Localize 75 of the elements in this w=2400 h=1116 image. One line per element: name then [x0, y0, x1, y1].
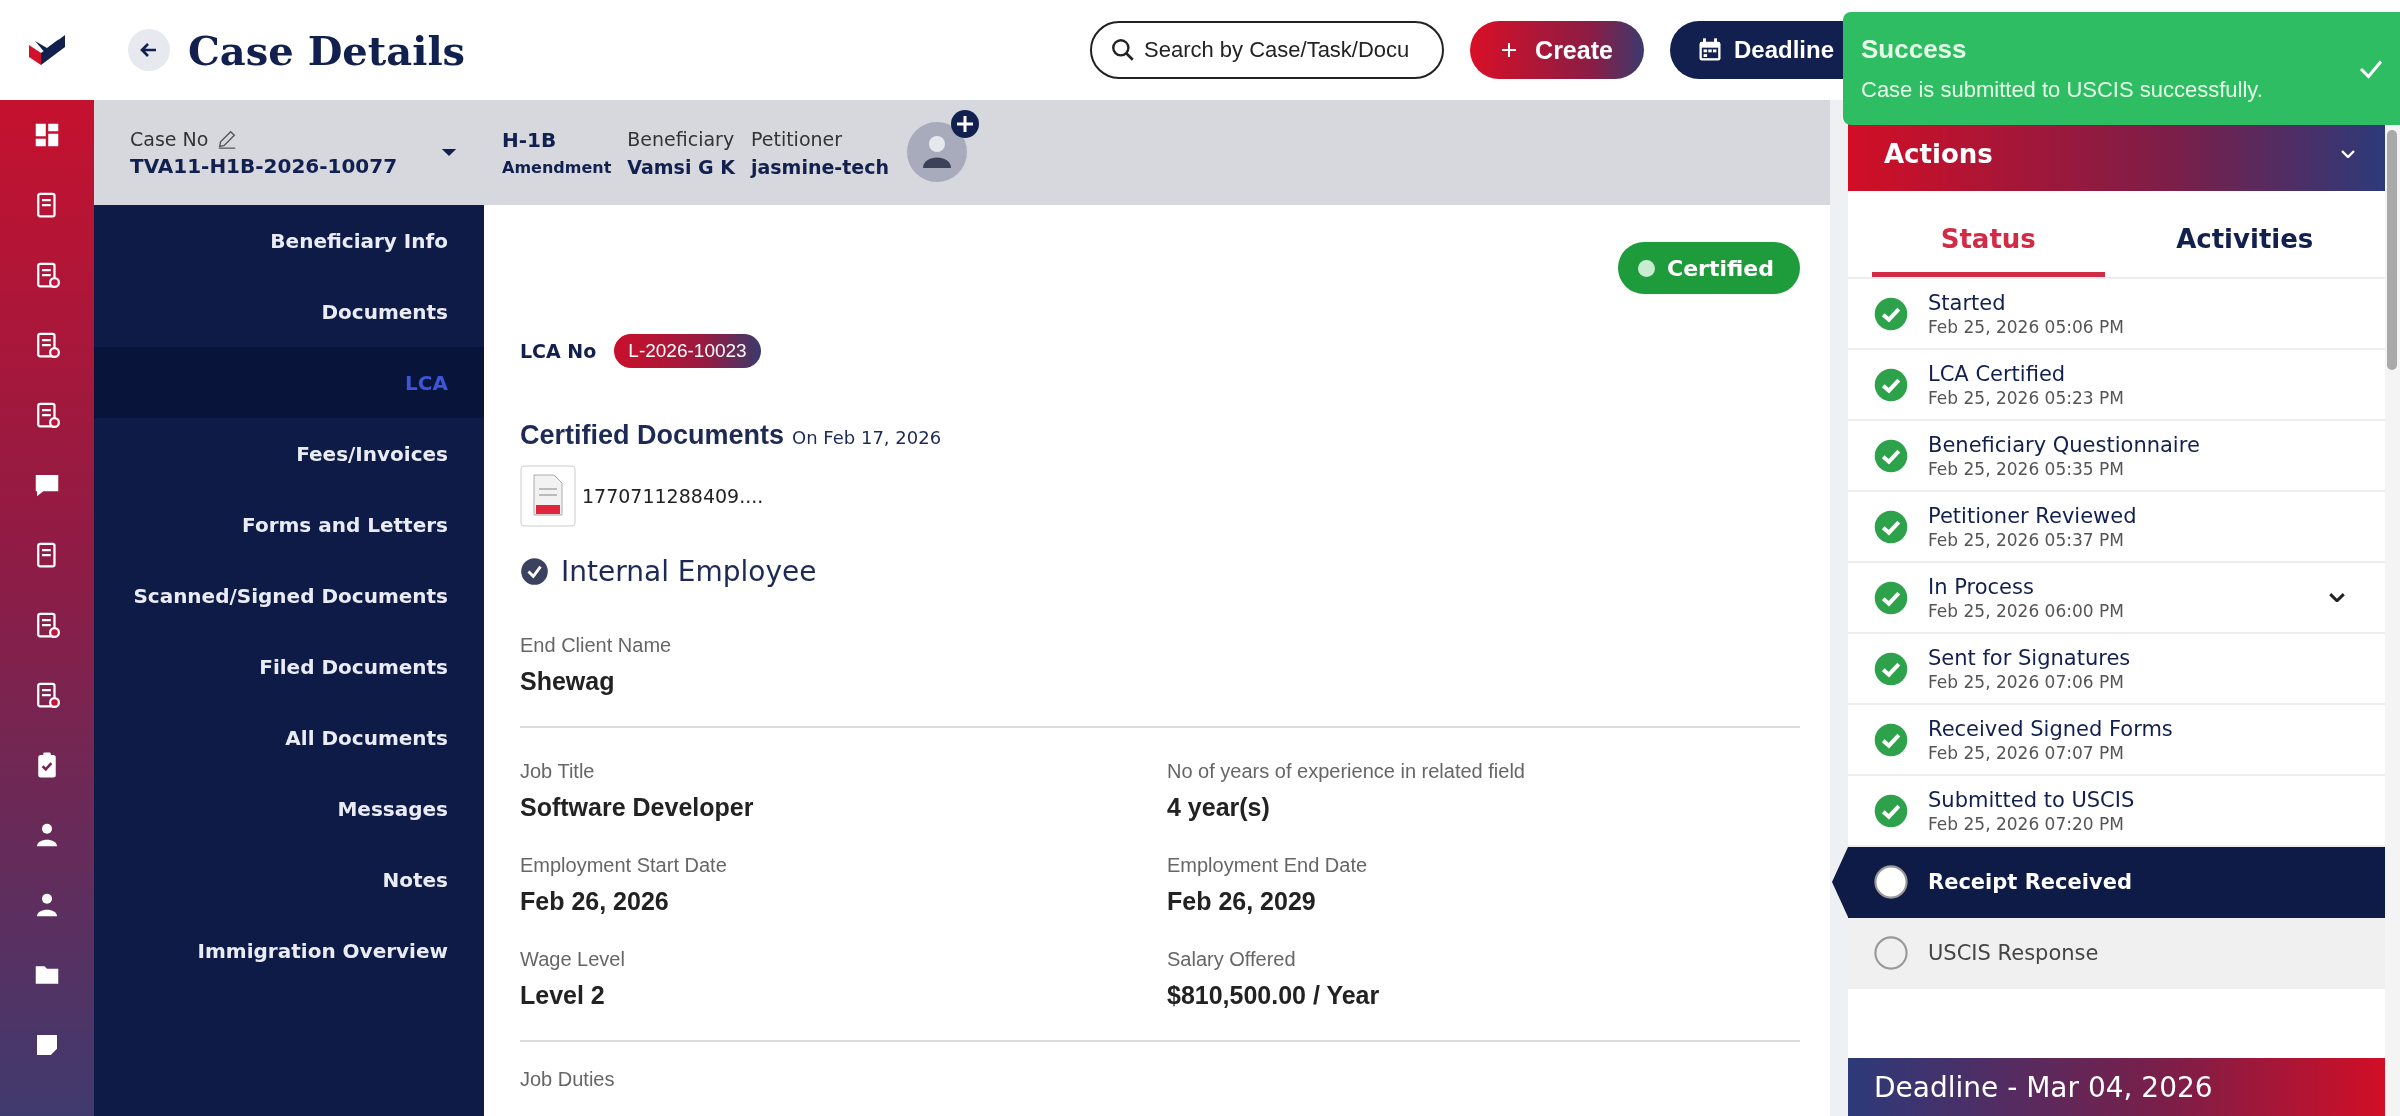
field-value: 4 year(s) [1167, 793, 1271, 822]
petitioner-name: jasmine-tech [750, 155, 889, 178]
create-button[interactable]: Create [1470, 21, 1644, 79]
step-title: Petitioner Reviewed [1928, 503, 2138, 528]
lca-label: LCA No [520, 340, 597, 362]
certified-date: On Feb 17, 2026 [792, 427, 942, 448]
field-label: End Client Name [520, 634, 673, 657]
status-step[interactable]: USCIS Response [1848, 918, 2385, 989]
step-date: Feb 25, 2026 05:06 PM [1928, 316, 2125, 337]
visa-subtype: Amendment [502, 158, 612, 177]
status-step[interactable]: Petitioner Reviewed Feb 25, 2026 05:37 PM [1848, 492, 2385, 563]
employee-type: Internal Employee [561, 555, 817, 588]
step-date: Feb 25, 2026 05:35 PM [1928, 458, 2125, 479]
status-step[interactable]: In Process Feb 25, 2026 06:00 PM [1848, 563, 2385, 634]
status-step[interactable]: Received Signed Forms Feb 25, 2026 07:07 PM [1848, 705, 2385, 776]
tab[interactable]: Activities [2128, 205, 2361, 277]
nav-item[interactable]: Messages [94, 773, 484, 844]
case-no-label: Case No [130, 127, 209, 150]
field-value: Software Developer [520, 793, 755, 822]
visa-type: H-1B [502, 128, 558, 152]
field-label: No of years of experience in related field [1167, 760, 1526, 783]
status-badge: Certified [1618, 242, 1800, 294]
step-title: Started [1928, 290, 2007, 315]
lca-number: L-2026-10023 [614, 334, 761, 368]
search-field[interactable]: Search by Case/Task/Docu [1090, 21, 1444, 79]
page-title: Case Details [188, 26, 466, 74]
field-label: Job Title [520, 760, 596, 783]
step-date: Feb 25, 2026 06:00 PM [1928, 600, 2125, 621]
field-label: Employment End Date [1167, 854, 1369, 877]
step-title: Receipt Received [1928, 869, 2133, 894]
toast-message: Case is submitted to USCIS successfully. [1861, 77, 2263, 103]
field-value: Feb 26, 2029 [1167, 887, 1317, 916]
nav-item[interactable]: Fees/Invoices [94, 418, 484, 489]
deadline-bar[interactable]: Deadline - Mar 04, 2026 [1848, 1058, 2385, 1116]
step-title: Submitted to USCIS [1928, 787, 2136, 812]
nav-item[interactable]: Notes [94, 844, 484, 915]
field-label: Job Duties [520, 1068, 616, 1091]
step-title: In Process [1928, 574, 2035, 599]
status-step[interactable]: Sent for Signatures Feb 25, 2026 07:06 PM [1848, 634, 2385, 705]
nav-item[interactable]: Beneficiary Info [94, 205, 484, 276]
file-name[interactable]: 1770711288409.... [582, 485, 764, 507]
step-title: LCA Certified [1928, 361, 2067, 386]
nav-item[interactable]: Immigration Overview [94, 915, 484, 986]
step-title: Beneficiary Questionnaire [1928, 432, 2201, 457]
nav-item[interactable]: Scanned/Signed Documents [94, 560, 484, 631]
step-date: Feb 25, 2026 07:06 PM [1928, 671, 2125, 692]
status-step[interactable]: Started Feb 25, 2026 05:06 PM [1848, 279, 2385, 350]
nav-item[interactable]: Filed Documents [94, 631, 484, 702]
search-field[interactable]: Search by Case/Task/Docu [1144, 30, 1428, 70]
field-label: Salary Offered [1167, 948, 1297, 971]
step-date: Feb 25, 2026 07:07 PM [1928, 742, 2125, 763]
field-value: Shewag [520, 667, 616, 696]
nav-item[interactable]: All Documents [94, 702, 484, 773]
beneficiary-label: Beneficiary [627, 127, 735, 150]
field-label: Wage Level [520, 948, 626, 971]
tab[interactable]: Status [1872, 205, 2105, 277]
section-title: Certified Documents [520, 420, 785, 451]
field-value: Level 2 [520, 981, 606, 1010]
status-step[interactable]: Beneficiary Questionnaire Feb 25, 2026 05:35 PM [1848, 421, 2385, 492]
field-label: Employment Start Date [520, 854, 728, 877]
case-number: TVA11-H1B-2026-10077 [130, 153, 399, 178]
actions-title: Actions [1884, 138, 1993, 169]
step-date: Feb 25, 2026 05:23 PM [1928, 387, 2125, 408]
beneficiary-name: Vamsi G K [627, 155, 735, 178]
step-title: Sent for Signatures [1928, 645, 2132, 670]
step-date: Feb 25, 2026 05:37 PM [1928, 529, 2125, 550]
status-step[interactable]: LCA Certified Feb 25, 2026 05:23 PM [1848, 350, 2385, 421]
field-value: $810,500.00 / Year [1167, 981, 1381, 1010]
step-title: USCIS Response [1928, 940, 2100, 965]
nav-item[interactable]: Forms and Letters [94, 489, 484, 560]
step-date: Feb 25, 2026 07:20 PM [1928, 813, 2125, 834]
petitioner-label: Petitioner [750, 127, 844, 150]
step-title: Received Signed Forms [1928, 716, 2174, 741]
nav-item[interactable]: Documents [94, 276, 484, 347]
field-value: Feb 26, 2026 [520, 887, 670, 916]
